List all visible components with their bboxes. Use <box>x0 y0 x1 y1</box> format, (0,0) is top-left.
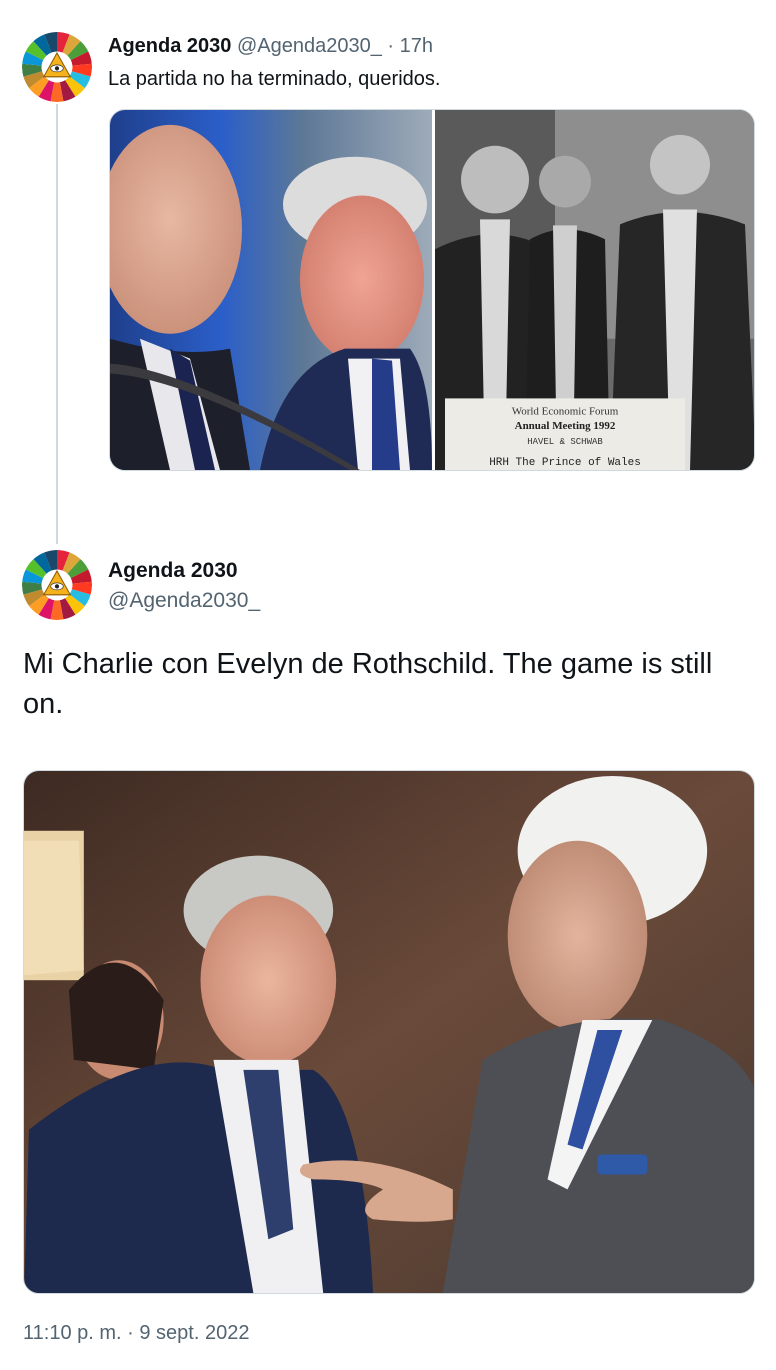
main-tweet-text: Mi Charlie con Evelyn de Rothschild. The… <box>23 648 713 720</box>
reply-tweet-text: La partida no ha terminado, queridos. <box>108 68 441 90</box>
main-author-handle[interactable]: @Agenda2030_ <box>108 588 260 614</box>
placard-line-3: HAVEL & SCHWAB <box>527 437 603 447</box>
photo-two-men-talking-icon <box>110 110 432 470</box>
reply-author-avatar[interactable] <box>22 32 92 102</box>
sdg-wheel-eye-icon <box>22 550 92 620</box>
reply-author-handle[interactable]: @Agenda2030_ <box>237 35 382 57</box>
main-author-name[interactable]: Agenda 2030 <box>108 558 238 584</box>
reply-photo-1[interactable] <box>110 110 432 470</box>
placard-line-2: Annual Meeting 1992 <box>515 420 616 432</box>
main-tweet-photo[interactable] <box>23 770 755 1294</box>
main-tweet-timestamp[interactable]: 11:10 p. m. · 9 sept. 2022 <box>23 1320 249 1346</box>
placard-line-4: HRH The Prince of Wales <box>489 457 641 469</box>
eye-pupil <box>54 584 60 589</box>
photo-two-men-pointing-icon <box>24 771 754 1293</box>
reply-tweet-header: Agenda 2030 @Agenda2030_ · 17h <box>108 34 433 58</box>
header-separator: · <box>387 35 395 57</box>
reply-author-name[interactable]: Agenda 2030 <box>108 35 231 57</box>
reply-photo-2[interactable]: World Economic Forum Annual Meeting 1992… <box>435 110 754 470</box>
eye-pupil <box>54 66 60 71</box>
reply-media-grid: World Economic Forum Annual Meeting 1992… <box>109 109 755 471</box>
reply-time-link[interactable]: 17h <box>400 35 433 57</box>
sdg-wheel-eye-icon <box>22 32 92 102</box>
placard-line-1: World Economic Forum <box>512 405 619 417</box>
photo-black-white-group-icon: World Economic Forum Annual Meeting 1992… <box>435 110 754 470</box>
main-author-avatar[interactable] <box>22 550 92 620</box>
thread-connector-line <box>56 104 58 544</box>
